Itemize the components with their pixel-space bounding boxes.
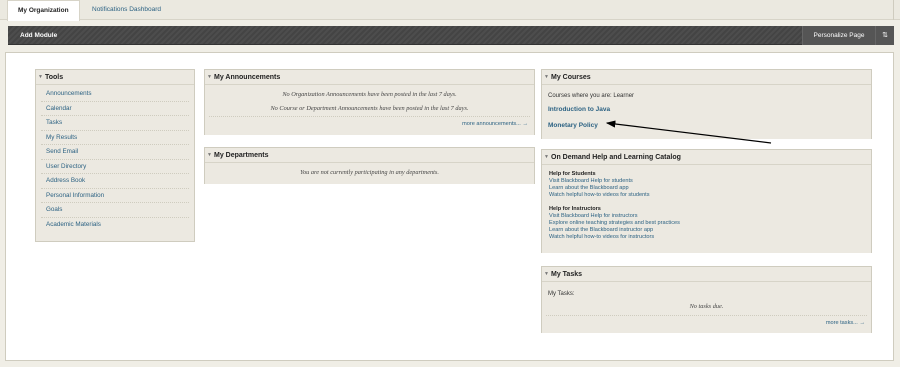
org-announcements-message: No Organization Announcements have been … (282, 91, 457, 98)
announcements-body: No Organization Announcements have been … (205, 85, 534, 135)
courses-intro: Courses where you are: Learner (548, 93, 635, 99)
tools-item-send-email[interactable]: Send Email (41, 145, 189, 160)
divider (209, 116, 530, 117)
help-module-header[interactable]: ▼ On Demand Help and Learning Catalog (542, 150, 871, 165)
module-toolbar: Add Module Personalize Page ⇅ (8, 26, 894, 45)
announcements-module: ▼ My Announcements No Organization Annou… (204, 69, 535, 135)
course-announcements-message: No Course or Department Announcements ha… (270, 105, 469, 112)
tools-item-academic-materials[interactable]: Academic Materials (41, 218, 189, 233)
help-instructors-link[interactable]: Explore online teaching strategies and b… (549, 220, 871, 227)
help-students-link[interactable]: Visit Blackboard Help for students (549, 178, 871, 185)
help-instructors-heading: Help for Instructors (549, 206, 601, 213)
collapse-caret-icon[interactable]: ▼ (544, 267, 549, 282)
tab-my-organization[interactable]: My Organization (7, 0, 80, 21)
tasks-module: ▼ My Tasks My Tasks: No tasks due. more … (541, 266, 872, 333)
help-students-link[interactable]: Learn about the Blackboard app (549, 185, 871, 192)
tasks-module-header[interactable]: ▼ My Tasks (542, 267, 871, 282)
departments-body: You are not currently participating in a… (205, 163, 534, 184)
tools-list: Announcements Calendar Tasks My Results … (36, 85, 194, 232)
course-link-monetary-policy[interactable]: Monetary Policy (548, 122, 598, 129)
tools-item-personal-information[interactable]: Personal Information (41, 189, 189, 203)
tools-item-address-book[interactable]: Address Book (41, 174, 189, 189)
help-instructors-link[interactable]: Learn about the Blackboard instructor ap… (549, 227, 871, 234)
more-announcements-link[interactable]: more announcements... → (462, 121, 528, 127)
tab-notifications-dashboard[interactable]: Notifications Dashboard (82, 0, 171, 20)
courses-module: ▼ My Courses Courses where you are: Lear… (541, 69, 872, 139)
add-module-button[interactable]: Add Module (8, 26, 69, 45)
tools-item-tasks[interactable]: Tasks (41, 116, 189, 131)
help-title: On Demand Help and Learning Catalog (551, 154, 681, 161)
tools-item-announcements[interactable]: Announcements (41, 87, 189, 102)
announcements-module-header[interactable]: ▼ My Announcements (205, 70, 534, 85)
departments-message: You are not currently participating in a… (300, 169, 439, 176)
tasks-title: My Tasks (551, 271, 582, 278)
announcements-title: My Announcements (214, 74, 281, 81)
divider (546, 315, 867, 316)
help-module: ▼ On Demand Help and Learning Catalog He… (541, 149, 872, 253)
help-instructors-link[interactable]: Visit Blackboard Help for instructors (549, 213, 871, 220)
tools-item-goals[interactable]: Goals (41, 203, 189, 218)
course-link-introduction-to-java[interactable]: Introduction to Java (548, 106, 610, 113)
personalize-page-button[interactable]: Personalize Page (802, 26, 876, 45)
tasks-label: My Tasks: (548, 291, 575, 297)
tools-module-header[interactable]: ▼ Tools (36, 70, 194, 85)
reorder-icon[interactable]: ⇅ (876, 26, 894, 45)
collapse-caret-icon[interactable]: ▼ (544, 150, 549, 165)
departments-title: My Departments (214, 152, 269, 159)
help-instructors-link[interactable]: Watch helpful how-to videos for instruct… (549, 234, 871, 241)
help-body: Help for Students Visit Blackboard Help … (542, 165, 871, 253)
tools-title: Tools (45, 74, 64, 81)
more-tasks-link[interactable]: more tasks... → (826, 320, 865, 326)
collapse-caret-icon[interactable]: ▼ (544, 70, 549, 85)
help-students-link[interactable]: Watch helpful how-to videos for students (549, 192, 871, 199)
tasks-body: My Tasks: No tasks due. more tasks... → (542, 282, 871, 333)
tools-module: ▼ Tools Announcements Calendar Tasks My … (35, 69, 195, 242)
tools-item-my-results[interactable]: My Results (41, 131, 189, 145)
collapse-caret-icon[interactable]: ▼ (38, 70, 43, 85)
tools-item-calendar[interactable]: Calendar (41, 102, 189, 116)
departments-module: ▼ My Departments You are not currently p… (204, 147, 535, 184)
courses-title: My Courses (551, 74, 591, 81)
tasks-message: No tasks due. (689, 303, 724, 310)
tools-item-user-directory[interactable]: User Directory (41, 160, 189, 174)
top-tab-bar: My Organization Notifications Dashboard (0, 0, 900, 21)
courses-body: Courses where you are: Learner Introduct… (542, 85, 871, 139)
module-content-area: ▼ Tools Announcements Calendar Tasks My … (5, 52, 894, 361)
collapse-caret-icon[interactable]: ▼ (207, 70, 212, 85)
tab-divider (893, 0, 894, 20)
collapse-caret-icon[interactable]: ▼ (207, 148, 212, 163)
help-students-heading: Help for Students (549, 171, 596, 177)
courses-module-header[interactable]: ▼ My Courses (542, 70, 871, 85)
departments-module-header[interactable]: ▼ My Departments (205, 148, 534, 163)
